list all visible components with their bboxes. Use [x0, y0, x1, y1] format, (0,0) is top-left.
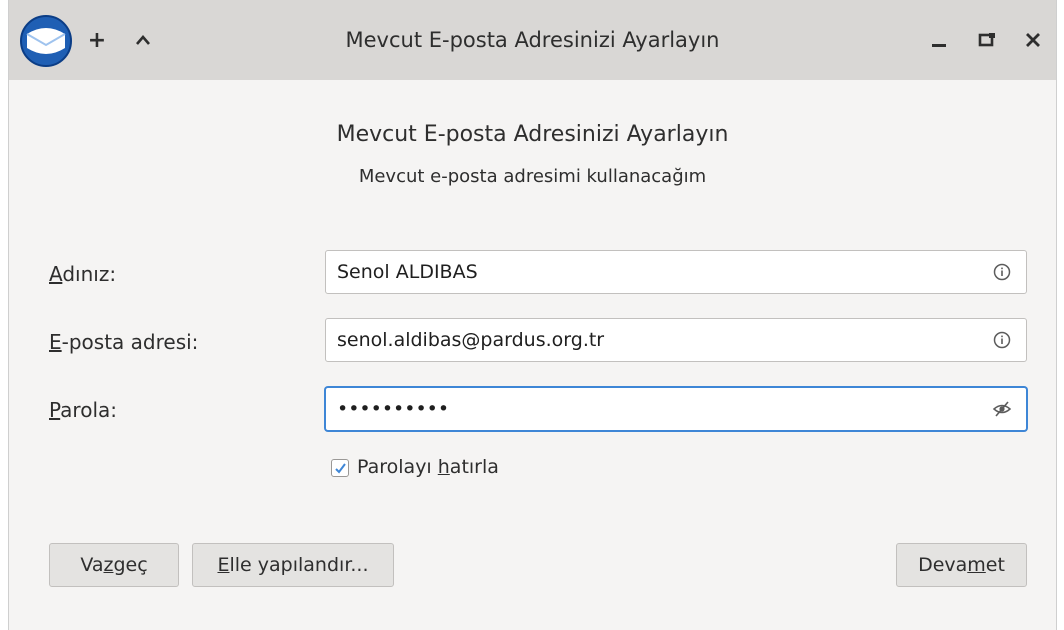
name-field[interactable]	[325, 250, 1027, 294]
manual-text-after: lle yapılandır...	[229, 554, 369, 576]
name-label: Adınız:	[49, 262, 116, 286]
password-input[interactable]	[326, 388, 966, 430]
email-label-accel: E	[49, 330, 62, 354]
remember-accel: h	[437, 456, 450, 478]
close-icon	[1026, 33, 1040, 47]
cancel-button[interactable]: Va z geç	[49, 543, 179, 587]
info-icon[interactable]	[992, 262, 1012, 282]
manual-accel: E	[217, 554, 230, 576]
continue-accel: m	[967, 554, 986, 576]
info-icon[interactable]	[992, 330, 1012, 350]
email-label: E-posta adresi:	[49, 330, 198, 354]
remember-password-label[interactable]: Parolayı hatırla	[357, 456, 499, 478]
remember-password-checkbox[interactable]	[331, 459, 349, 477]
dialog-window: + Mevcut E-posta Adresinizi Ayarlayın Me…	[8, 0, 1057, 630]
title-bar[interactable]: + Mevcut E-posta Adresinizi Ayarlayın	[9, 0, 1056, 80]
manual-config-button[interactable]: Elle yapılandır...	[192, 543, 394, 587]
password-field[interactable]	[325, 387, 1027, 431]
password-label-accel: P	[49, 398, 61, 422]
checkmark-icon	[335, 463, 346, 474]
continue-text-after: et	[985, 554, 1005, 576]
cancel-text-after: geç	[113, 554, 148, 576]
email-input[interactable]	[326, 319, 966, 361]
eye-slash-icon[interactable]	[992, 399, 1012, 419]
close-button[interactable]	[1019, 26, 1047, 54]
window-title: Mevcut E-posta Adresinizi Ayarlayın	[345, 28, 720, 52]
continue-button[interactable]: Deva m et	[896, 543, 1027, 587]
restore-icon	[978, 33, 995, 47]
remember-text-before: Parolayı	[357, 456, 438, 478]
password-label-text: arola:	[60, 398, 117, 422]
remember-text-after: atırla	[449, 456, 499, 478]
maximize-button[interactable]	[973, 26, 1001, 54]
cancel-text-before: Va	[80, 554, 104, 576]
minimize-button[interactable]	[925, 26, 953, 54]
email-label-text: -posta adresi:	[61, 330, 199, 354]
minimize-icon	[932, 44, 946, 47]
continue-text-before: Deva	[918, 554, 968, 576]
password-label: Parola:	[49, 398, 117, 422]
dialog-heading: Mevcut E-posta Adresinizi Ayarlayın	[336, 122, 729, 147]
dialog-subheading: Mevcut e-posta adresimi kullanacağım	[358, 166, 707, 187]
name-label-accel: A	[49, 262, 63, 286]
name-label-text: dınız:	[62, 262, 117, 286]
email-field[interactable]	[325, 318, 1027, 362]
cancel-accel: z	[103, 554, 114, 576]
name-input[interactable]	[326, 251, 966, 293]
